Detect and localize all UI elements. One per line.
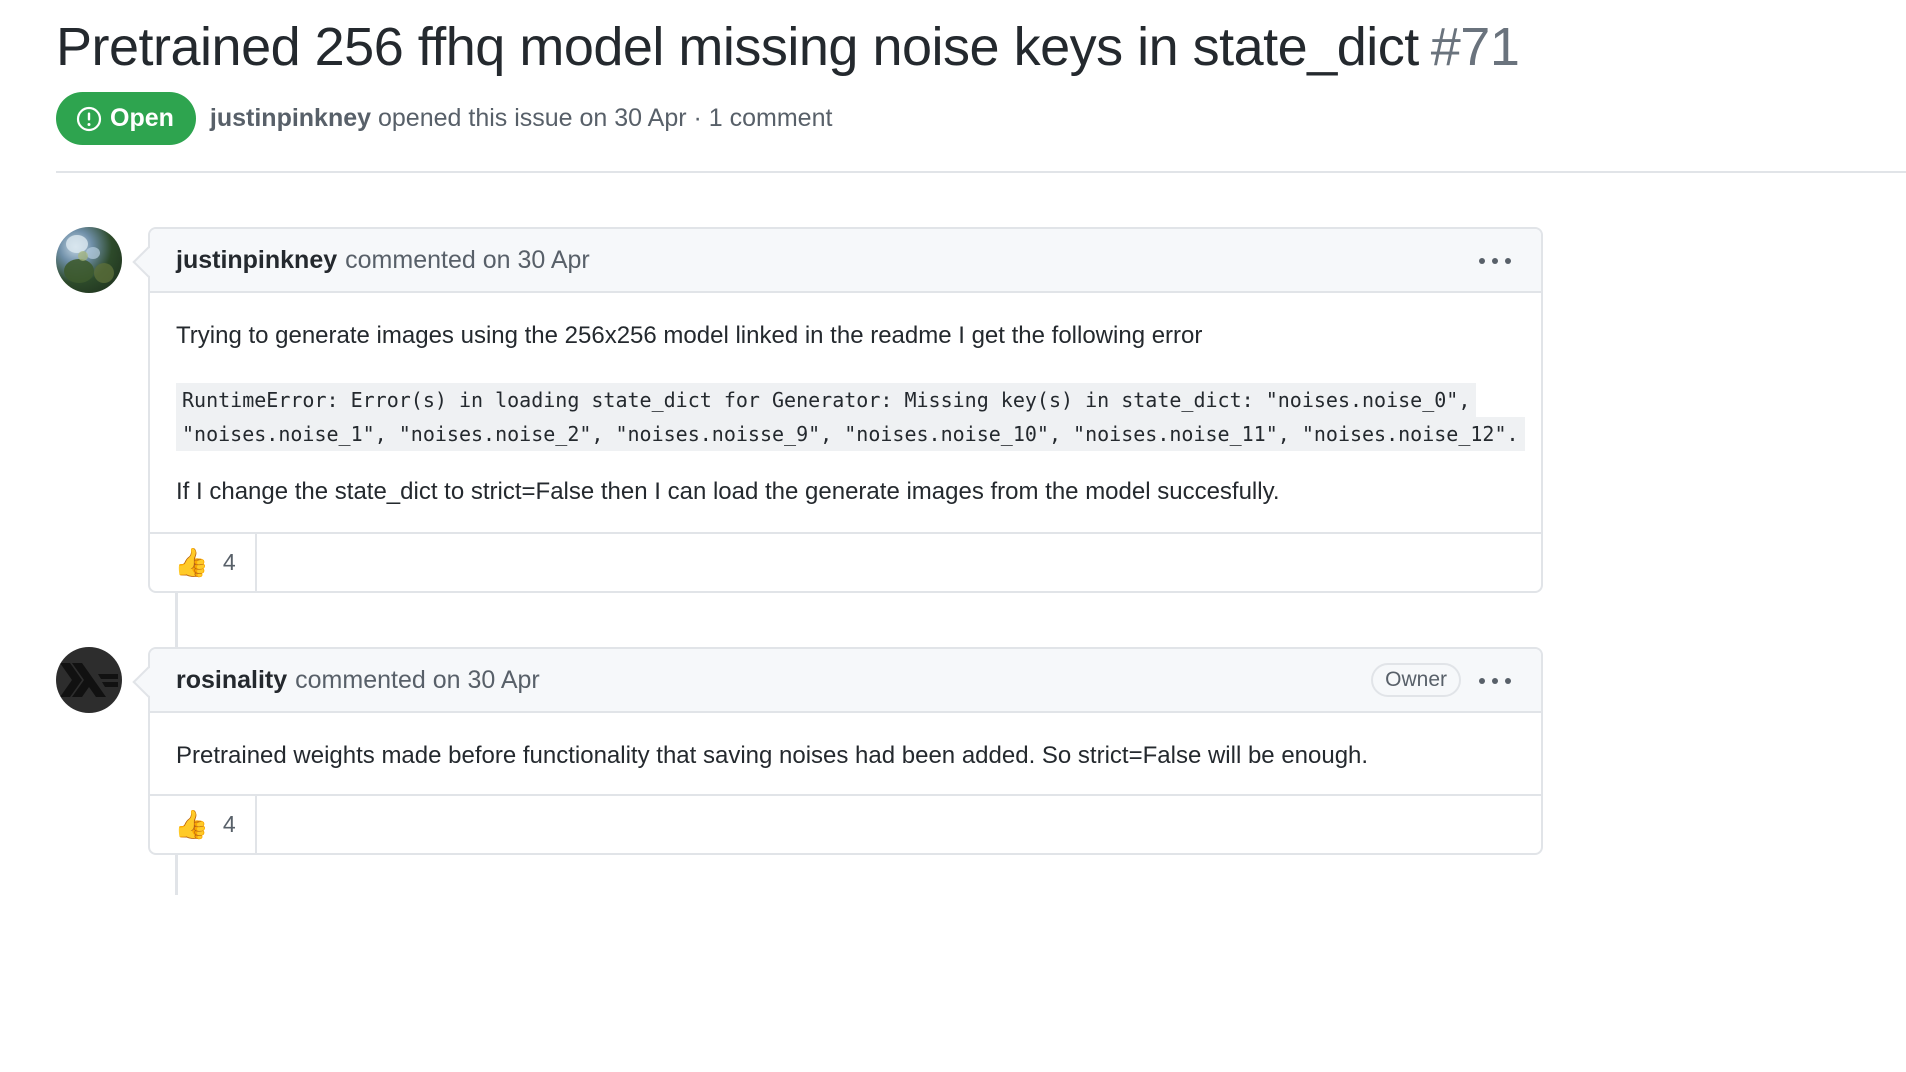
issue-state-label: Open [110,104,174,132]
owner-badge: Owner [1371,663,1461,697]
issue-meta-text: justinpinkney opened this issue on 30 Ap… [210,104,833,133]
code-block: RuntimeError: Error(s) in loading state_… [176,383,1525,451]
header-divider [56,171,1906,173]
timeline-connector [175,593,178,648]
comment-author-link[interactable]: justinpinkney [176,246,337,275]
comment-text: If I change the state_dict to strict=Fal… [176,478,1280,505]
kebab-menu-icon[interactable] [1479,251,1511,271]
comment-body: Trying to generate images using the 256x… [150,319,1541,509]
comment-timestamp[interactable]: commented on 30 Apr [295,666,540,695]
code-line: "noises.noise_1", "noises.noise_2", "noi… [176,417,1525,451]
comment-text: Pretrained weights made before functiona… [176,742,1369,769]
comment-body: Pretrained weights made before functiona… [150,739,1541,773]
code-line: RuntimeError: Error(s) in loading state_… [176,383,1477,417]
avatar[interactable] [56,227,122,293]
reaction-count: 4 [222,811,236,837]
issue-opened-icon [76,106,102,131]
issue-title-text: Pretrained 256 ffhq model missing noise … [56,17,1419,77]
issue-state-badge: Open [56,92,196,145]
reaction-count: 4 [222,549,236,575]
reaction-thumbs-up-button[interactable]: 👍 4 [150,534,257,591]
issue-title: Pretrained 256 ffhq model missing noise … [56,16,1520,78]
comment-header: justinpinkney commented on 30 Apr [150,229,1541,293]
comment-author-link[interactable]: rosinality [176,666,287,695]
issue-author-link[interactable]: justinpinkney [210,104,371,132]
haskell-logo-icon [60,663,118,697]
comment: rosinality commented on 30 Apr Owner Pre… [132,647,1543,855]
comment-text: Trying to generate images using the 256x… [176,322,1203,349]
reaction-thumbs-up-button[interactable]: 👍 4 [150,796,257,853]
issue-opened-text: opened this issue on 30 Apr · 1 comment [378,104,833,132]
thumbs-up-icon: 👍 [174,546,209,578]
issue-meta: Open justinpinkney opened this issue on … [56,92,832,145]
reactions-bar: 👍 4 [150,794,1541,853]
timeline-connector [175,855,178,895]
comment: justinpinkney commented on 30 Apr Trying… [132,227,1543,593]
issue-number: #71 [1430,17,1520,77]
comment-header: rosinality commented on 30 Apr Owner [150,649,1541,713]
kebab-menu-icon[interactable] [1479,671,1511,691]
thumbs-up-icon: 👍 [174,808,209,840]
reactions-bar: 👍 4 [150,532,1541,591]
avatar[interactable] [56,647,122,713]
comment-timestamp[interactable]: commented on 30 Apr [345,246,590,275]
